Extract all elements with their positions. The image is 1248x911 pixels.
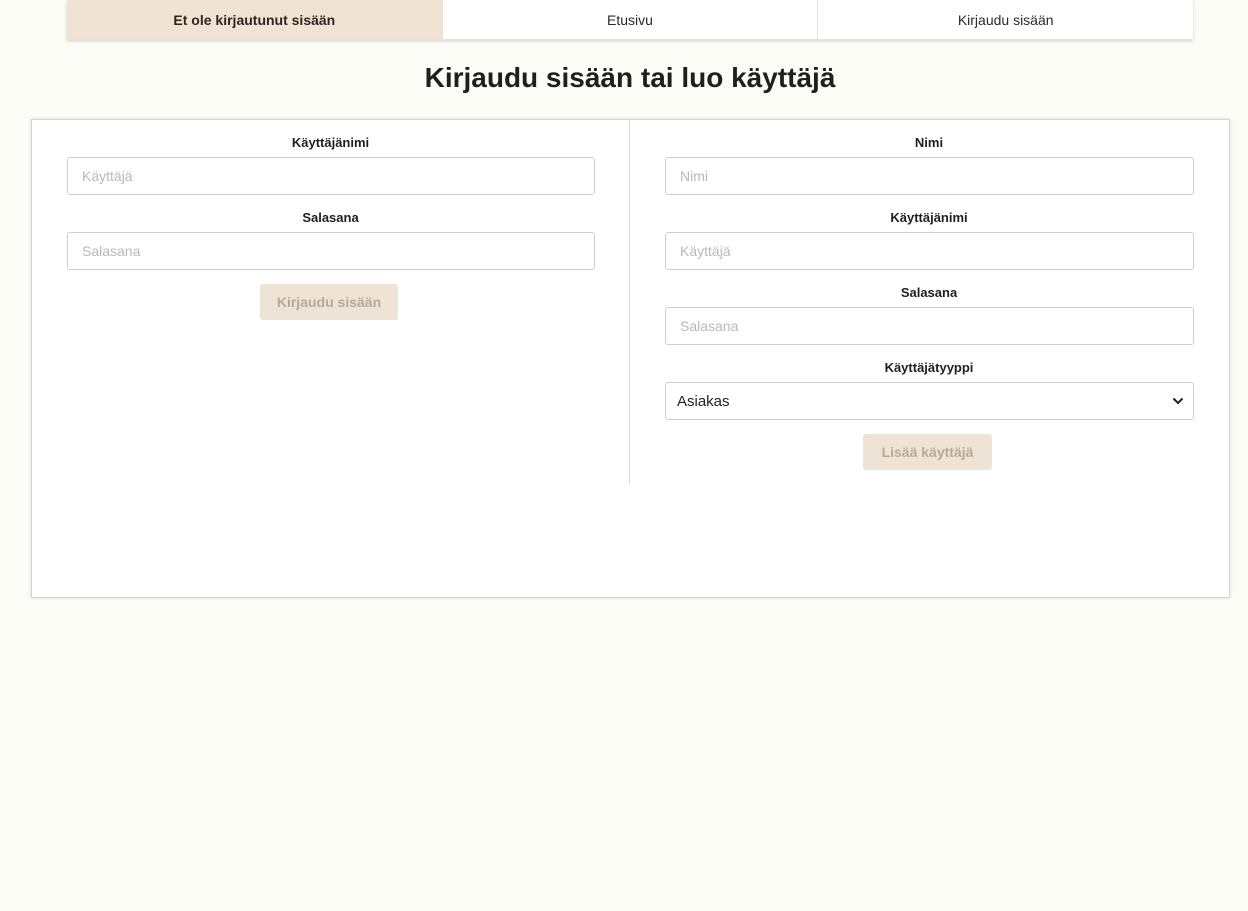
register-submit-button[interactable]: Lisää käyttäjä (863, 434, 992, 470)
user-type-selected-value: Asiakas (677, 392, 730, 410)
login-username-input[interactable] (67, 157, 595, 195)
top-navigation: Et ole kirjautunut sisään Etusivu Kirjau… (67, 0, 1193, 40)
login-password-label: Salasana (302, 210, 359, 225)
register-password-input[interactable] (665, 307, 1194, 345)
register-user-type-label: Käyttäjätyyppi (884, 360, 974, 375)
register-password-label: Salasana (900, 285, 958, 300)
nav-link-home[interactable]: Etusivu (443, 0, 819, 39)
login-password-input[interactable] (67, 232, 595, 270)
register-username-input[interactable] (665, 232, 1194, 270)
page-title: Kirjaudu sisään tai luo käyttäjä (424, 62, 836, 93)
login-form: Käyttäjänimi Salasana Kirjaudu sisään (32, 120, 630, 484)
register-name-label: Nimi (914, 135, 944, 150)
chevron-down-icon (1173, 398, 1183, 404)
register-user-type-select[interactable]: Asiakas (665, 382, 1194, 420)
login-status-indicator: Et ole kirjautunut sisään (67, 0, 443, 39)
login-submit-button[interactable]: Kirjaudu sisään (260, 284, 398, 320)
auth-card: Käyttäjänimi Salasana Kirjaudu sisään Ni… (31, 119, 1230, 598)
nav-link-login[interactable]: Kirjaudu sisään (818, 0, 1193, 39)
register-name-input[interactable] (665, 157, 1194, 195)
login-username-label: Käyttäjänimi (291, 135, 370, 150)
register-username-label: Käyttäjänimi (890, 210, 968, 225)
register-form: Nimi Käyttäjänimi Salasana Käyttäjätyypp… (630, 120, 1228, 484)
